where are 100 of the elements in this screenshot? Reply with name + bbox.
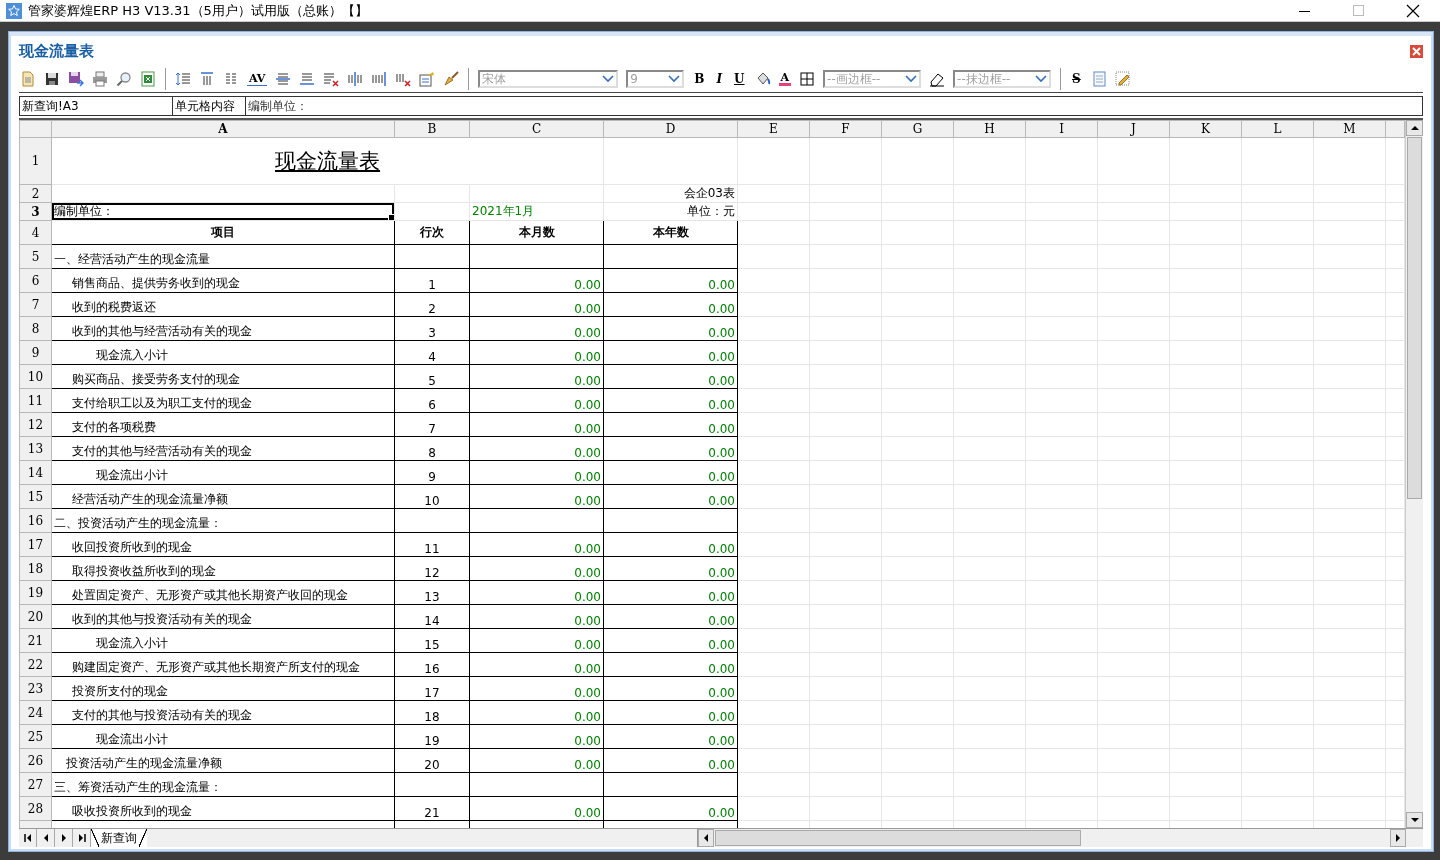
row-header[interactable]: 16 (19, 508, 52, 533)
table-cell: 0.00 (603, 316, 738, 341)
row-header[interactable]: 26 (19, 748, 52, 773)
row-header[interactable]: 20 (19, 604, 52, 629)
table-cell: 0.00 (469, 556, 604, 581)
column-header[interactable]: K (1169, 120, 1242, 138)
line-spacing-icon[interactable] (175, 71, 191, 87)
sheet-tab[interactable]: 新查询 (91, 829, 147, 847)
table-cell: 9 (394, 460, 470, 485)
columns-icon[interactable] (223, 71, 239, 87)
table-cell: 1 (394, 268, 470, 293)
row-header[interactable]: 27 (19, 772, 52, 797)
underline-button[interactable]: U (732, 72, 747, 86)
column-header[interactable]: D (603, 120, 738, 138)
row-header[interactable]: 9 (19, 340, 52, 365)
table-cell: 0.00 (603, 460, 738, 485)
row-header[interactable]: 21 (19, 628, 52, 653)
table-cell: 0.00 (469, 652, 604, 677)
edit-image-icon[interactable] (1114, 71, 1131, 87)
magnifier-icon[interactable] (116, 71, 132, 87)
row-header[interactable]: 6 (19, 268, 52, 293)
column-header[interactable]: L (1241, 120, 1314, 138)
table-cell: 0.00 (469, 292, 604, 317)
last-page-icon[interactable] (76, 833, 87, 843)
italic-button[interactable]: I (714, 72, 725, 86)
table-cell: 0.00 (603, 412, 738, 437)
column-header[interactable]: H (953, 120, 1026, 138)
column-header[interactable]: F (809, 120, 882, 138)
top-align-icon[interactable] (199, 71, 215, 87)
font-color-button[interactable]: A (778, 72, 792, 86)
table-cell: 0.00 (469, 412, 604, 437)
brush-icon[interactable] (443, 71, 460, 87)
column-header[interactable]: J (1097, 120, 1170, 138)
column-heading: 项目 (51, 220, 395, 245)
table-cell: 21 (394, 796, 470, 821)
table-cell: 0.00 (603, 676, 738, 701)
row-header[interactable]: 22 (19, 652, 52, 677)
printer-icon[interactable] (92, 71, 108, 87)
row-header[interactable]: 4 (19, 220, 52, 245)
column-header[interactable]: G (881, 120, 954, 138)
row-header[interactable]: 25 (19, 724, 52, 749)
right-arrow-icon[interactable] (1394, 833, 1402, 843)
table-cell: 0.00 (469, 724, 604, 749)
save-icon[interactable] (44, 71, 60, 87)
left-arrow-icon[interactable] (702, 833, 710, 843)
strikethrough-button[interactable]: S (1070, 72, 1083, 86)
first-page-icon[interactable] (22, 833, 33, 843)
row-header[interactable]: 11 (19, 388, 52, 413)
table-cell: 0.00 (603, 724, 738, 749)
save-as-icon[interactable] (68, 71, 84, 87)
table-cell: 0.00 (603, 388, 738, 413)
horizontal-scrollbar[interactable] (697, 829, 1406, 847)
row-header[interactable]: 28 (19, 796, 52, 821)
table-cell: 0.00 (603, 532, 738, 557)
row-header[interactable]: 24 (19, 700, 52, 725)
row-header[interactable]: 7 (19, 292, 52, 317)
row-header[interactable]: 5 (19, 244, 52, 269)
column-header[interactable]: C (469, 120, 604, 138)
row-header[interactable]: 8 (19, 316, 52, 341)
row-header[interactable]: 19 (19, 580, 52, 605)
column-header[interactable]: I (1025, 120, 1098, 138)
up-arrow-icon[interactable] (1409, 124, 1420, 132)
clear-format-icon[interactable] (323, 71, 340, 87)
spreadsheet-icon[interactable] (140, 71, 156, 87)
table-cell: 现金流入小计 (51, 340, 395, 365)
row-header[interactable]: 10 (19, 364, 52, 389)
table-cell: 收回投资所收到的现金 (51, 532, 395, 557)
row-header[interactable]: 14 (19, 460, 52, 485)
column-divider-icon[interactable] (347, 71, 364, 87)
character-spacing-button[interactable]: AV (247, 72, 268, 86)
bold-button[interactable]: B (692, 72, 707, 86)
row-header[interactable]: 13 (19, 436, 52, 461)
table-cell: 20 (394, 748, 470, 773)
right-divider-icon[interactable] (371, 71, 388, 87)
row-header[interactable]: 18 (19, 556, 52, 581)
row-header[interactable]: 17 (19, 532, 52, 557)
table-cell: 0.00 (469, 604, 604, 629)
delete-divider-icon[interactable] (395, 71, 412, 87)
column-header[interactable]: E (737, 120, 810, 138)
column-header[interactable]: A (51, 120, 395, 138)
table-cell: 10 (394, 484, 470, 509)
eraser-icon[interactable] (929, 71, 946, 87)
column-header[interactable]: M (1313, 120, 1386, 138)
center-align-icon[interactable] (275, 71, 292, 87)
row-header[interactable]: 23 (19, 676, 52, 701)
table-cell: 会企03表 (603, 184, 738, 203)
grid-icon[interactable] (799, 71, 816, 87)
down-arrow-icon[interactable] (1409, 816, 1420, 824)
column-header[interactable]: B (394, 120, 470, 138)
table-cell: 0.00 (469, 388, 604, 413)
vertical-scrollbar[interactable] (1405, 120, 1423, 828)
row-header[interactable]: 12 (19, 412, 52, 437)
close-icon[interactable] (1405, 2, 1421, 19)
bottom-align-icon[interactable] (299, 71, 316, 87)
table-cell: 2 (394, 292, 470, 317)
row-header[interactable]: 15 (19, 484, 52, 509)
row-header[interactable]: 1 (19, 137, 52, 185)
table-cell: 处置固定资产、无形资产或其他长期资产收回的现金 (51, 580, 395, 605)
table-cell: 0.00 (603, 628, 738, 653)
table-cell: 12 (394, 556, 470, 581)
